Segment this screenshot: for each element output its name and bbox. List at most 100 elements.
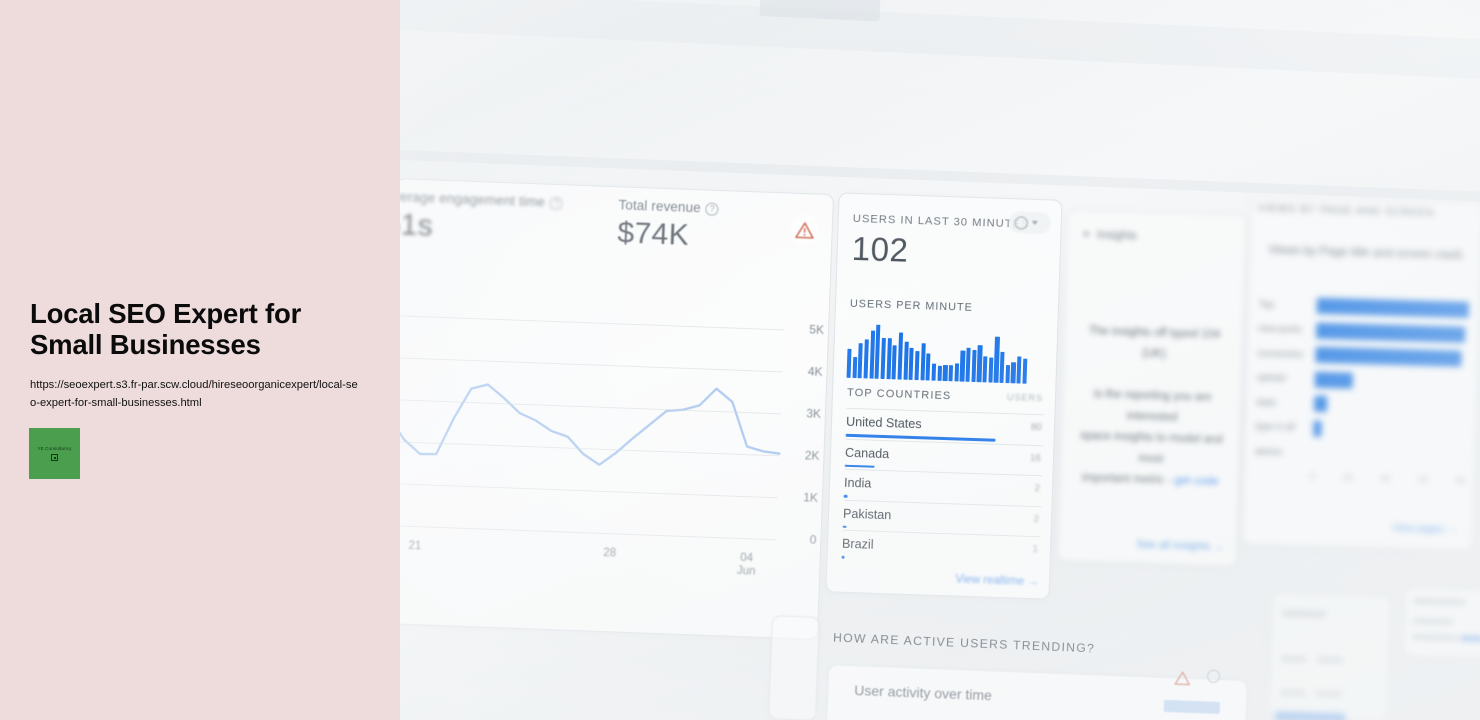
help-icon[interactable]: ? xyxy=(705,202,719,216)
clock-icon xyxy=(1014,215,1029,230)
insights-body: The insights off typed 104 (UK) is the r… xyxy=(1076,321,1229,493)
card-right-bottom-a xyxy=(1268,592,1392,720)
y-axis-tick: 4K xyxy=(807,364,823,379)
top-countries-label: TOP COUNTRIES xyxy=(846,386,952,403)
insights-header: ✦ Insights xyxy=(1081,227,1137,243)
bar xyxy=(965,348,971,382)
realtime-time-selector[interactable] xyxy=(1008,211,1052,235)
page-title: Local SEO Expert for Small Businesses xyxy=(30,298,302,360)
bar xyxy=(931,363,937,381)
view-pages-link[interactable]: View pages → xyxy=(1392,523,1457,536)
bar xyxy=(1010,361,1016,384)
metric-label: Total revenue xyxy=(618,197,702,216)
bar-fill xyxy=(1313,395,1328,413)
card-insights[interactable]: ✦ Insights The insights off typed 104 (UK… xyxy=(1056,209,1248,567)
bar xyxy=(920,343,926,381)
bar xyxy=(903,341,909,380)
card-views-by-page[interactable]: VIEWS BY PAGE AND SCREEN Views by Page t… xyxy=(1241,196,1480,552)
help-icon[interactable]: ? xyxy=(1454,248,1460,260)
country-users-value: 16 xyxy=(1029,452,1042,464)
warning-triangle-icon[interactable] xyxy=(790,213,819,247)
bar xyxy=(869,330,875,379)
metric-label: Average engagement time xyxy=(384,188,546,210)
bar-track xyxy=(1315,346,1467,368)
x-axis-tick: 0 xyxy=(1309,471,1316,482)
insights-line-1: The insights off typed 104 (UK) xyxy=(1088,325,1221,361)
insights-line-3: space insights to model and most xyxy=(1080,429,1223,466)
refresh-icon[interactable] xyxy=(1206,669,1221,684)
bar-fill xyxy=(1315,346,1462,368)
bar xyxy=(982,356,988,383)
views-by-page-title: Views by Page title and screen class xyxy=(1268,242,1464,262)
top-countries-list: United States 80 Canada 16 India 2 Pakistan 2 Br… xyxy=(841,407,1045,567)
trending-section-heading: HOW ARE ACTIVE USERS TRENDING? xyxy=(832,630,1096,656)
insights-inline-link[interactable]: get code xyxy=(1174,475,1218,488)
country-users-value: 1 xyxy=(1032,544,1039,556)
bar xyxy=(976,345,983,383)
bar xyxy=(937,366,942,381)
square-badge-icon xyxy=(51,454,58,461)
bar xyxy=(880,338,886,380)
users-column-label: USERS xyxy=(1006,392,1044,404)
bar xyxy=(925,353,931,381)
table-row[interactable]: Brazil 1 xyxy=(841,529,1041,567)
x-axis-tick: 21 xyxy=(408,539,422,553)
chevron-down-icon xyxy=(1031,220,1038,226)
y-axis-tick: 3K xyxy=(806,406,822,421)
warning-triangle-icon[interactable] xyxy=(1174,670,1192,691)
bar-track xyxy=(1313,419,1465,441)
x-axis-tick: 28 xyxy=(603,546,617,560)
bar xyxy=(959,350,966,382)
insights-line-2: is the reporting you are interested xyxy=(1093,388,1212,424)
views-by-page-bars: Top new-posts conversion upload stats type-4 … xyxy=(1254,292,1470,469)
country-name: United States xyxy=(845,414,922,432)
bar-label: stats xyxy=(1256,396,1277,409)
bar xyxy=(886,337,892,380)
country-name: Brazil xyxy=(841,536,874,552)
x-axis-tick: 60 xyxy=(1418,474,1429,485)
bar xyxy=(1022,358,1028,384)
country-users-value: 2 xyxy=(1033,513,1040,525)
views-by-page-axis: 0 20 40 60 80 xyxy=(1310,472,1466,486)
bar-fill xyxy=(1316,297,1470,319)
country-name: India xyxy=(843,475,872,491)
bar-fill xyxy=(1314,371,1354,389)
metric-total-revenue: Total revenue? $74K xyxy=(617,197,719,254)
revenue-line-series xyxy=(387,383,781,466)
bar xyxy=(863,339,869,379)
help-icon[interactable]: ? xyxy=(549,196,564,211)
y-axis-tick: 2K xyxy=(804,448,820,463)
trend-action-button[interactable] xyxy=(1163,699,1221,715)
bar-track xyxy=(1316,297,1470,319)
bar xyxy=(988,357,994,383)
view-realtime-link[interactable]: View realtime → xyxy=(955,573,1039,588)
users-per-minute-barchart xyxy=(846,322,1029,384)
card-user-activity-over-time[interactable]: User activity over time xyxy=(824,663,1248,720)
bar-track xyxy=(1314,370,1467,392)
card-realtime-users[interactable]: USERS IN LAST 30 MINUTES 102 USERS PER M… xyxy=(825,192,1063,600)
bar xyxy=(897,332,904,380)
warning-triangle-glyph xyxy=(1174,671,1191,686)
see-all-insights-link[interactable]: See all insights → xyxy=(1136,539,1224,554)
bar-track xyxy=(1312,444,1465,466)
page-url[interactable]: https://seoexpert.s3.fr-par.scw.cloud/hi… xyxy=(30,377,360,412)
y-axis-tick: 0 xyxy=(809,532,817,547)
x-axis-tick: 04 Jun xyxy=(736,551,756,578)
line-chart-plot-area: 5K 4K 3K 2K 1K 0 21 28 04 Jun xyxy=(383,297,830,578)
warning-triangle-glyph xyxy=(794,222,814,239)
bar-label: conversion xyxy=(1257,347,1304,361)
bar xyxy=(993,336,1000,383)
country-name: Pakistan xyxy=(842,506,892,522)
bar-label: advice xyxy=(1254,445,1283,458)
bar-fill xyxy=(1315,322,1466,343)
bar xyxy=(846,348,852,378)
site-logo[interactable]: YE Consultancy xyxy=(29,428,80,479)
card-engagement-revenue[interactable]: Average engagement time? 51s Total reven… xyxy=(379,178,835,640)
users-per-minute-label: USERS PER MINUTE xyxy=(849,297,973,314)
bar-row[interactable]: advice xyxy=(1254,439,1465,469)
card-right-bottom-b xyxy=(1403,586,1480,660)
bar xyxy=(1005,365,1010,384)
country-name: Canada xyxy=(844,445,890,461)
bar xyxy=(914,350,920,381)
bar xyxy=(857,343,864,379)
